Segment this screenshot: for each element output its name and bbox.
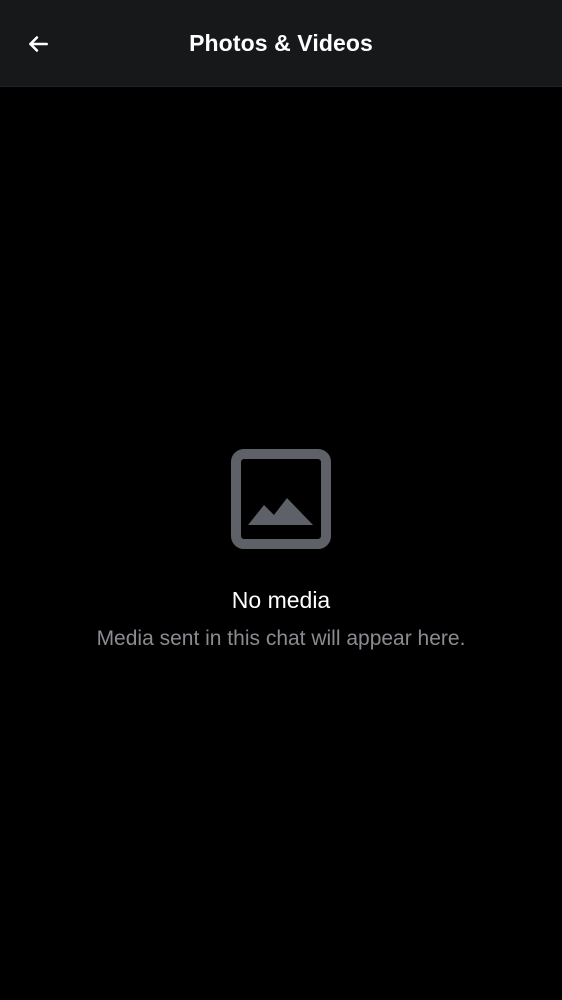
app-bar: Photos & Videos: [0, 0, 562, 87]
page-title: Photos & Videos: [189, 30, 373, 56]
back-button[interactable]: [14, 20, 62, 68]
image-placeholder-icon: [231, 449, 331, 549]
empty-media-state: No media Media sent in this chat will ap…: [0, 449, 562, 653]
no-media-description: Media sent in this chat will appear here…: [96, 627, 466, 650]
arrow-left-icon: [29, 36, 48, 52]
photos-videos-screen: Photos & Videos No media Media sent in t…: [0, 0, 562, 1000]
no-media-title: No media: [231, 587, 331, 613]
page-title-container: Photos & Videos: [0, 28, 562, 58]
